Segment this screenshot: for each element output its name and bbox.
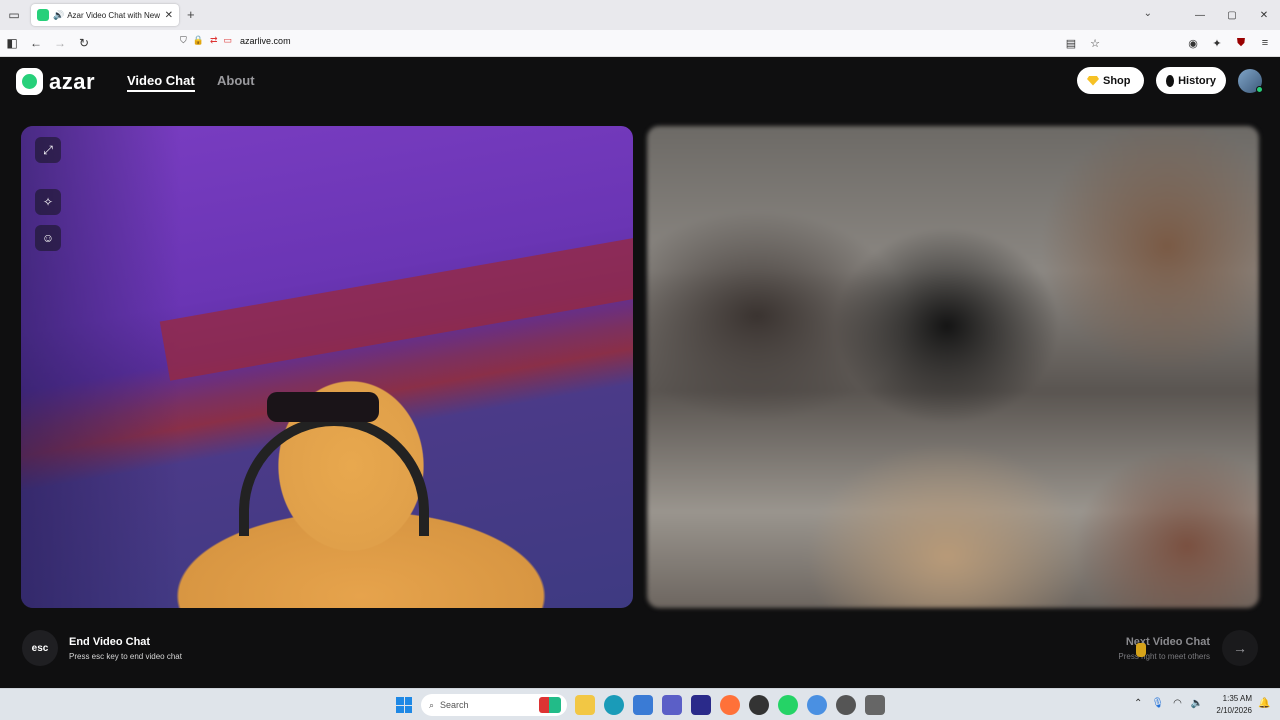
address-bar[interactable]: ⛉ 🔒 ⇄ ▭ azarlive.com [180,35,291,46]
end-video-chat-title[interactable]: End Video Chat [69,636,150,648]
windows-start-icon[interactable] [396,697,412,713]
end-video-chat-hint: Press esc key to end video chat [69,652,182,661]
search-placeholder: Search [440,700,469,710]
forward-icon[interactable]: → [48,30,72,57]
magic-wand-icon[interactable]: ✧ [35,189,61,215]
video-tools: ⤢ ✧ ☺ [34,137,62,251]
microphone-icon[interactable]: 🎙 [1151,698,1164,709]
nav-video-chat[interactable]: Video Chat [127,73,195,92]
browser-tab-bar: ▭ 🔊 Azar Video Chat with New ✕ + ⌄ — ▢ ✕ [0,0,1280,30]
next-video-chat-hint: Press right to meet others [1118,652,1210,661]
azar-logo-icon [16,68,43,95]
shop-button[interactable]: Shop [1077,67,1144,94]
app-ring-icon[interactable] [749,695,769,715]
chrome-icon[interactable] [807,695,827,715]
app-circle-icon[interactable] [836,695,856,715]
notification-bell-icon[interactable]: 🔔 [1258,698,1270,709]
expand-icon[interactable]: ⤢ [35,137,61,163]
address-actions: ▤ ☆ [1062,34,1104,52]
file-explorer-icon[interactable] [575,695,595,715]
toolbar-right: ◉ ✦ ⛊ ≡ [1184,34,1274,52]
camera-permission-icon[interactable]: ▭ [224,35,233,46]
ublock-icon[interactable]: ⛊ [1232,34,1250,52]
list-all-tabs-icon[interactable]: ⌄ [1144,8,1152,19]
bookmark-star-icon[interactable]: ☆ [1086,34,1104,52]
clock-icon [1166,74,1175,87]
shield-icon: ⛉ [180,35,187,45]
search-highlight-icon [539,697,561,713]
new-tab-button[interactable]: + [187,7,195,22]
taskbar-apps [575,695,885,715]
whatsapp-icon[interactable] [778,695,798,715]
tab-close-icon[interactable]: ✕ [165,10,173,21]
taskbar-clock[interactable]: 1:35 AM 2/10/2026 [1212,693,1252,717]
history-button[interactable]: History [1156,67,1226,94]
account-icon[interactable]: ◉ [1184,34,1202,52]
azar-logo[interactable]: azar [16,68,95,95]
online-status-dot [1256,86,1263,93]
window-controls: — ▢ ✕ [1184,0,1280,30]
shop-label: Shop [1103,74,1131,87]
windows-taskbar: ⌕ Search ⌃ 🎙 ◠ 🔈 1:35 AM 2/10/2026 🔔 [0,688,1280,720]
app-doc-icon[interactable] [865,695,885,715]
tab-list-icon[interactable]: ▭ [0,0,28,30]
sidebar-toggle-icon[interactable]: ◧ [0,30,24,57]
store-icon[interactable] [633,695,653,715]
system-tray: ⌃ 🎙 ◠ 🔈 [1134,698,1203,709]
sticker-face-icon[interactable]: ☺ [35,225,61,251]
clock-date: 2/10/2026 [1216,706,1252,715]
local-video [21,126,633,608]
extensions-icon[interactable]: ✦ [1208,34,1226,52]
volume-icon[interactable]: 🔈 [1191,698,1203,709]
close-window-icon[interactable]: ✕ [1248,0,1280,30]
remote-video-blurred [647,126,1259,608]
browser-tab[interactable]: 🔊 Azar Video Chat with New ✕ [31,4,179,26]
esc-key-badge[interactable]: esc [22,630,58,666]
reader-view-icon[interactable]: ▤ [1062,34,1080,52]
hand-cursor-icon [1136,643,1146,657]
firefox-icon[interactable] [720,695,740,715]
reload-icon[interactable]: ↻ [72,30,96,57]
next-arrow-button[interactable]: → [1222,630,1258,666]
audio-playing-icon[interactable]: 🔊 [53,10,64,21]
tab-title: Azar Video Chat with New [67,10,161,20]
history-label: History [1178,74,1216,87]
nav-about[interactable]: About [217,73,255,88]
clock-time: 1:35 AM [1222,694,1252,703]
edge-icon[interactable] [604,695,624,715]
tray-chevron-icon[interactable]: ⌃ [1134,698,1142,709]
gem-icon [1087,75,1099,86]
wifi-icon[interactable]: ◠ [1173,698,1182,709]
teams-icon[interactable] [662,695,682,715]
logo-text: azar [49,68,96,94]
permissions-icon[interactable]: ⇄ [210,35,218,46]
maximize-icon[interactable]: ▢ [1216,0,1248,30]
menu-icon[interactable]: ≡ [1256,34,1274,52]
url-text[interactable]: azarlive.com [240,36,291,46]
azar-favicon-icon [37,9,49,21]
taskbar-search[interactable]: ⌕ Search [421,694,567,716]
back-icon[interactable]: ← [24,30,48,57]
lock-icon: 🔒 [192,35,204,45]
azar-page: azar Video Chat About Shop History ⤢ ✧ ☺… [0,57,1280,688]
minimize-icon[interactable]: — [1184,0,1216,30]
search-icon: ⌕ [429,699,435,710]
browser-nav-bar: ◧ ← → ↻ ⛉ 🔒 ⇄ ▭ azarlive.com ▤ ☆ ◉ ✦ ⛊ ≡ [0,30,1280,57]
snipping-tool-icon[interactable] [691,695,711,715]
